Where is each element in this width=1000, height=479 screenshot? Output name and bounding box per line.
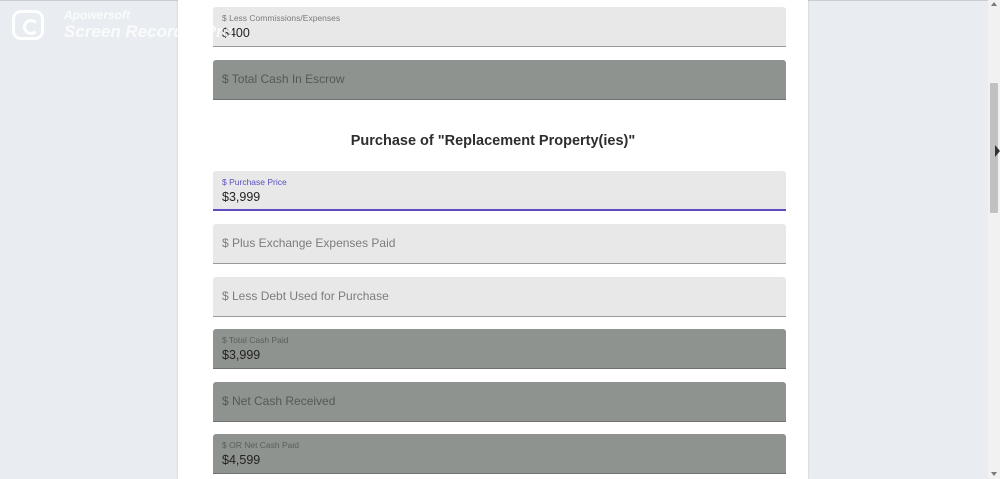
plus-exchange-expenses-placeholder: $ Plus Exchange Expenses Paid [222,236,396,250]
calculator-card: $ Less Commissions/Expenses $400 $ Total… [178,0,808,479]
or-net-cash-paid-value: $4,599 [222,453,261,467]
screen-recorder-watermark: Apowersoft Screen Recorder Pro [12,8,234,44]
total-cash-paid-field: $ Total Cash Paid $3,999 [213,329,786,369]
total-cash-in-escrow-placeholder: $ Total Cash In Escrow [222,72,345,86]
less-commissions-label: $ Less Commissions/Expenses [222,13,341,23]
plus-exchange-expenses-field[interactable]: $ Plus Exchange Expenses Paid [213,224,786,264]
or-net-cash-paid-label: $ OR Net Cash Paid [222,440,300,450]
purchase-price-field[interactable]: $ Purchase Price $3,999 [213,171,786,211]
vertical-scrollbar[interactable] [988,0,1000,479]
watermark-brand: Apowersoft [64,8,130,22]
purchase-price-label: $ Purchase Price [222,177,287,187]
scroll-down-arrow-icon[interactable] [991,472,997,476]
scroll-up-arrow-icon[interactable] [991,2,997,6]
less-commissions-field[interactable]: $ Less Commissions/Expenses $400 [213,7,786,47]
less-debt-used-field[interactable]: $ Less Debt Used for Purchase [213,277,786,317]
mouse-cursor-icon [995,145,1000,157]
less-debt-used-placeholder: $ Less Debt Used for Purchase [222,289,389,303]
watermark-product: Screen Recorder Pro [64,22,234,41]
net-cash-received-field: $ Net Cash Received [213,382,786,422]
total-cash-paid-value: $3,999 [222,348,261,362]
net-cash-received-placeholder: $ Net Cash Received [222,394,336,408]
total-cash-in-escrow-field: $ Total Cash In Escrow [213,60,786,100]
total-cash-paid-label: $ Total Cash Paid [222,335,289,345]
purchase-price-value[interactable]: $3,999 [222,190,260,204]
or-net-cash-paid-field: $ OR Net Cash Paid $4,599 [213,434,786,474]
replacement-property-section-title: Purchase of "Replacement Property(ies)" [350,133,636,149]
recorder-logo-icon [12,10,44,40]
